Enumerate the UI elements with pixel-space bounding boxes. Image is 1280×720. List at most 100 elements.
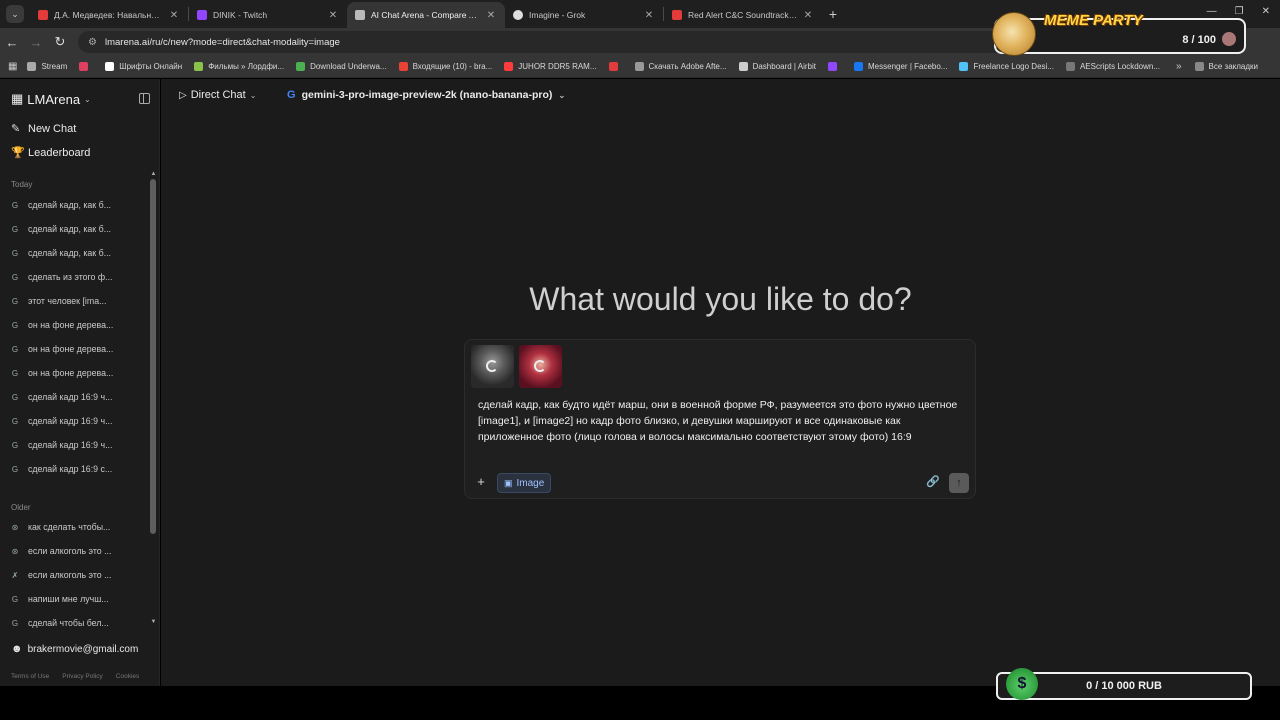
sidebar-collapse-icon[interactable] (139, 93, 150, 104)
chat-history-item[interactable]: Gсделай кадр 16:9 с... (11, 464, 139, 474)
chat-history-item[interactable]: Gон на фоне дерева... (11, 368, 139, 378)
bookmark-item[interactable] (79, 62, 93, 71)
chat-history-item[interactable]: Gсделай кадр 16:9 ч... (11, 416, 139, 426)
image-mode-chip[interactable]: ▣ Image (497, 473, 552, 493)
chat-history-item[interactable]: Gнапиши мне лучш... (11, 594, 139, 604)
bookmark-item[interactable]: Download Underwa... (296, 62, 387, 71)
privacy-link[interactable]: Privacy Policy (62, 673, 102, 680)
browser-tab-active[interactable]: AI Chat Arena - Compare AI Mo ✕ (347, 2, 505, 28)
chat-history-item[interactable]: ✗ если алкоголь это ... (11, 570, 139, 580)
attachment-image-1[interactable] (471, 345, 514, 388)
chat-history-item[interactable]: Gсделай кадр 16:9 ч... (11, 440, 139, 450)
model-icon: G (11, 248, 19, 258)
app-logo[interactable]: ▦ LMArena ⌄ (11, 91, 91, 107)
prompt-composer: сделай кадр, как будто идёт марш, они в … (464, 339, 976, 499)
close-icon[interactable]: ✕ (327, 10, 339, 21)
bookmarks-bar: ▦ Stream Шрифты Онлайн Фильмы » Лордфи... D… (0, 56, 1280, 78)
paperclip-icon[interactable]: 🔗 (926, 475, 940, 488)
bookmark-item[interactable]: Dashboard | Airbit (738, 62, 816, 71)
more-bookmarks-icon[interactable]: » (1176, 61, 1182, 72)
bookmark-item[interactable]: JUHOR DDR5 RAM... (504, 62, 597, 71)
apps-grid-icon[interactable]: ▦ (8, 61, 17, 72)
bookmark-icon (608, 62, 618, 71)
model-icon: G (11, 200, 19, 210)
sidebar-scrollbar[interactable]: ▲ ▼ (150, 171, 157, 631)
all-bookmarks-button[interactable]: Все закладки (1194, 62, 1258, 71)
bookmark-item[interactable]: Скачать Adobe Afte... (634, 62, 727, 71)
back-icon[interactable]: ← (0, 35, 24, 50)
chat-history-item[interactable]: Gсделай кадр, как б... (11, 200, 139, 210)
avatar (1222, 32, 1236, 46)
bookmark-item[interactable]: Входящие (10) - bra... (398, 62, 492, 71)
bookmark-label: Download Underwa... (310, 62, 387, 71)
minimize-icon[interactable]: — (1207, 6, 1217, 17)
browser-tab[interactable]: Red Alert C&C Soundtrack: Hell ✕ (664, 2, 822, 28)
user-account[interactable]: ☻ brakermovie@gmail.com (11, 643, 138, 655)
reload-icon[interactable]: ↻ (48, 34, 72, 50)
chat-history-item[interactable]: Gон на фоне дерева... (11, 320, 139, 330)
prompt-input[interactable]: сделай кадр, как будто идёт марш, они в … (478, 397, 968, 445)
close-window-icon[interactable]: ✕ (1262, 6, 1270, 17)
chat-history-item[interactable]: Gон на фоне дерева... (11, 344, 139, 354)
chat-title: он на фоне дерева... (28, 368, 114, 378)
send-button[interactable]: ↑ (949, 473, 969, 493)
scrollbar-thumb[interactable] (150, 179, 156, 534)
browser-tab[interactable]: Д.А. Медведев: Навальный, юрист ✕ (30, 2, 188, 28)
attachment-image-2[interactable] (519, 345, 562, 388)
bookmark-icon (828, 62, 838, 71)
bookmark-item[interactable] (608, 62, 623, 71)
tab-search-button[interactable]: ⌄ (6, 5, 24, 23)
scroll-down-icon[interactable]: ▼ (150, 619, 157, 625)
site-info-icon[interactable]: ⚙ (88, 37, 97, 48)
lmarena-icon (355, 10, 365, 20)
new-tab-button[interactable]: + (822, 6, 844, 22)
close-icon[interactable]: ✕ (802, 10, 814, 21)
close-icon[interactable]: ✕ (485, 10, 497, 21)
grid-icon: ▦ (11, 91, 24, 106)
model-selector[interactable]: G gemini-3-pro-image-preview-2k (nano-ba… (287, 89, 565, 101)
model-icon: G (11, 224, 19, 234)
close-icon[interactable]: ✕ (168, 10, 180, 21)
chat-history-item[interactable]: Gсделай чтобы бел... (11, 618, 139, 628)
chat-title: сделай кадр, как б... (28, 224, 111, 234)
bookmark-item[interactable]: Stream (27, 62, 67, 71)
bookmark-label: Messenger | Facebo... (868, 62, 948, 71)
url-field[interactable]: ⚙ lmarena.ai/ru/c/new?mode=direct&chat-m… (78, 31, 1038, 53)
chat-history-item[interactable]: Gсделать из этого ф... (11, 272, 139, 282)
chat-history-item[interactable]: ⊛ как сделать чтобы... (11, 522, 139, 532)
cookies-link[interactable]: Cookies (116, 673, 139, 680)
chat-history-item[interactable]: Gсделай кадр, как б... (11, 248, 139, 258)
bookmark-item[interactable]: Шрифты Онлайн (105, 62, 182, 71)
bookmark-item[interactable] (828, 62, 842, 71)
chat-title: если алкоголь это ... (28, 546, 112, 556)
bookmark-item[interactable]: Фильмы » Лордфи... (194, 62, 284, 71)
close-icon[interactable]: ✕ (643, 10, 655, 21)
meme-party-widget: MEME PARTY 8 / 100 (992, 12, 1246, 56)
chat-history-item[interactable]: Gсделай кадр 16:9 ч... (11, 392, 139, 402)
browser-tab[interactable]: Imagine - Grok ✕ (505, 2, 663, 28)
bookmark-item[interactable]: AEScripts Lockdown... (1065, 62, 1160, 71)
folder-icon (1194, 62, 1204, 71)
tab-title: DINIK - Twitch (213, 10, 268, 20)
google-icon: G (287, 89, 296, 101)
meme-party-title: MEME PARTY (1044, 12, 1143, 29)
new-chat-button[interactable]: ✎ New Chat (11, 122, 76, 136)
bookmark-item[interactable]: Freelance Logo Desi... (959, 62, 1054, 71)
forward-icon[interactable]: → (24, 35, 48, 50)
restore-icon[interactable]: ❐ (1235, 6, 1244, 17)
chat-history-item[interactable]: Gэтот человек [ima... (11, 296, 139, 306)
browser-tab[interactable]: DINIK - Twitch ✕ (189, 2, 347, 28)
chat-history-item[interactable]: Gсделай кадр, как б... (11, 224, 139, 234)
tab-title: AI Chat Arena - Compare AI Mo (371, 10, 481, 20)
chat-title: он на фоне дерева... (28, 320, 114, 330)
leaderboard-link[interactable]: 🏆 Leaderboard (11, 146, 90, 160)
chat-history-item[interactable]: ⊛ если алкоголь это ... (11, 546, 139, 556)
add-attachment-button[interactable]: + (472, 473, 490, 491)
bookmark-item[interactable]: Messenger | Facebo... (854, 62, 947, 71)
scroll-up-icon[interactable]: ▲ (150, 171, 157, 177)
terms-link[interactable]: Terms of Use (11, 673, 49, 680)
mode-selector[interactable]: ▷ Direct Chat ⌄ (179, 89, 256, 101)
bookmark-icon (296, 62, 306, 71)
page-headline: What would you like to do? (529, 281, 912, 317)
twitch-icon (197, 10, 207, 20)
